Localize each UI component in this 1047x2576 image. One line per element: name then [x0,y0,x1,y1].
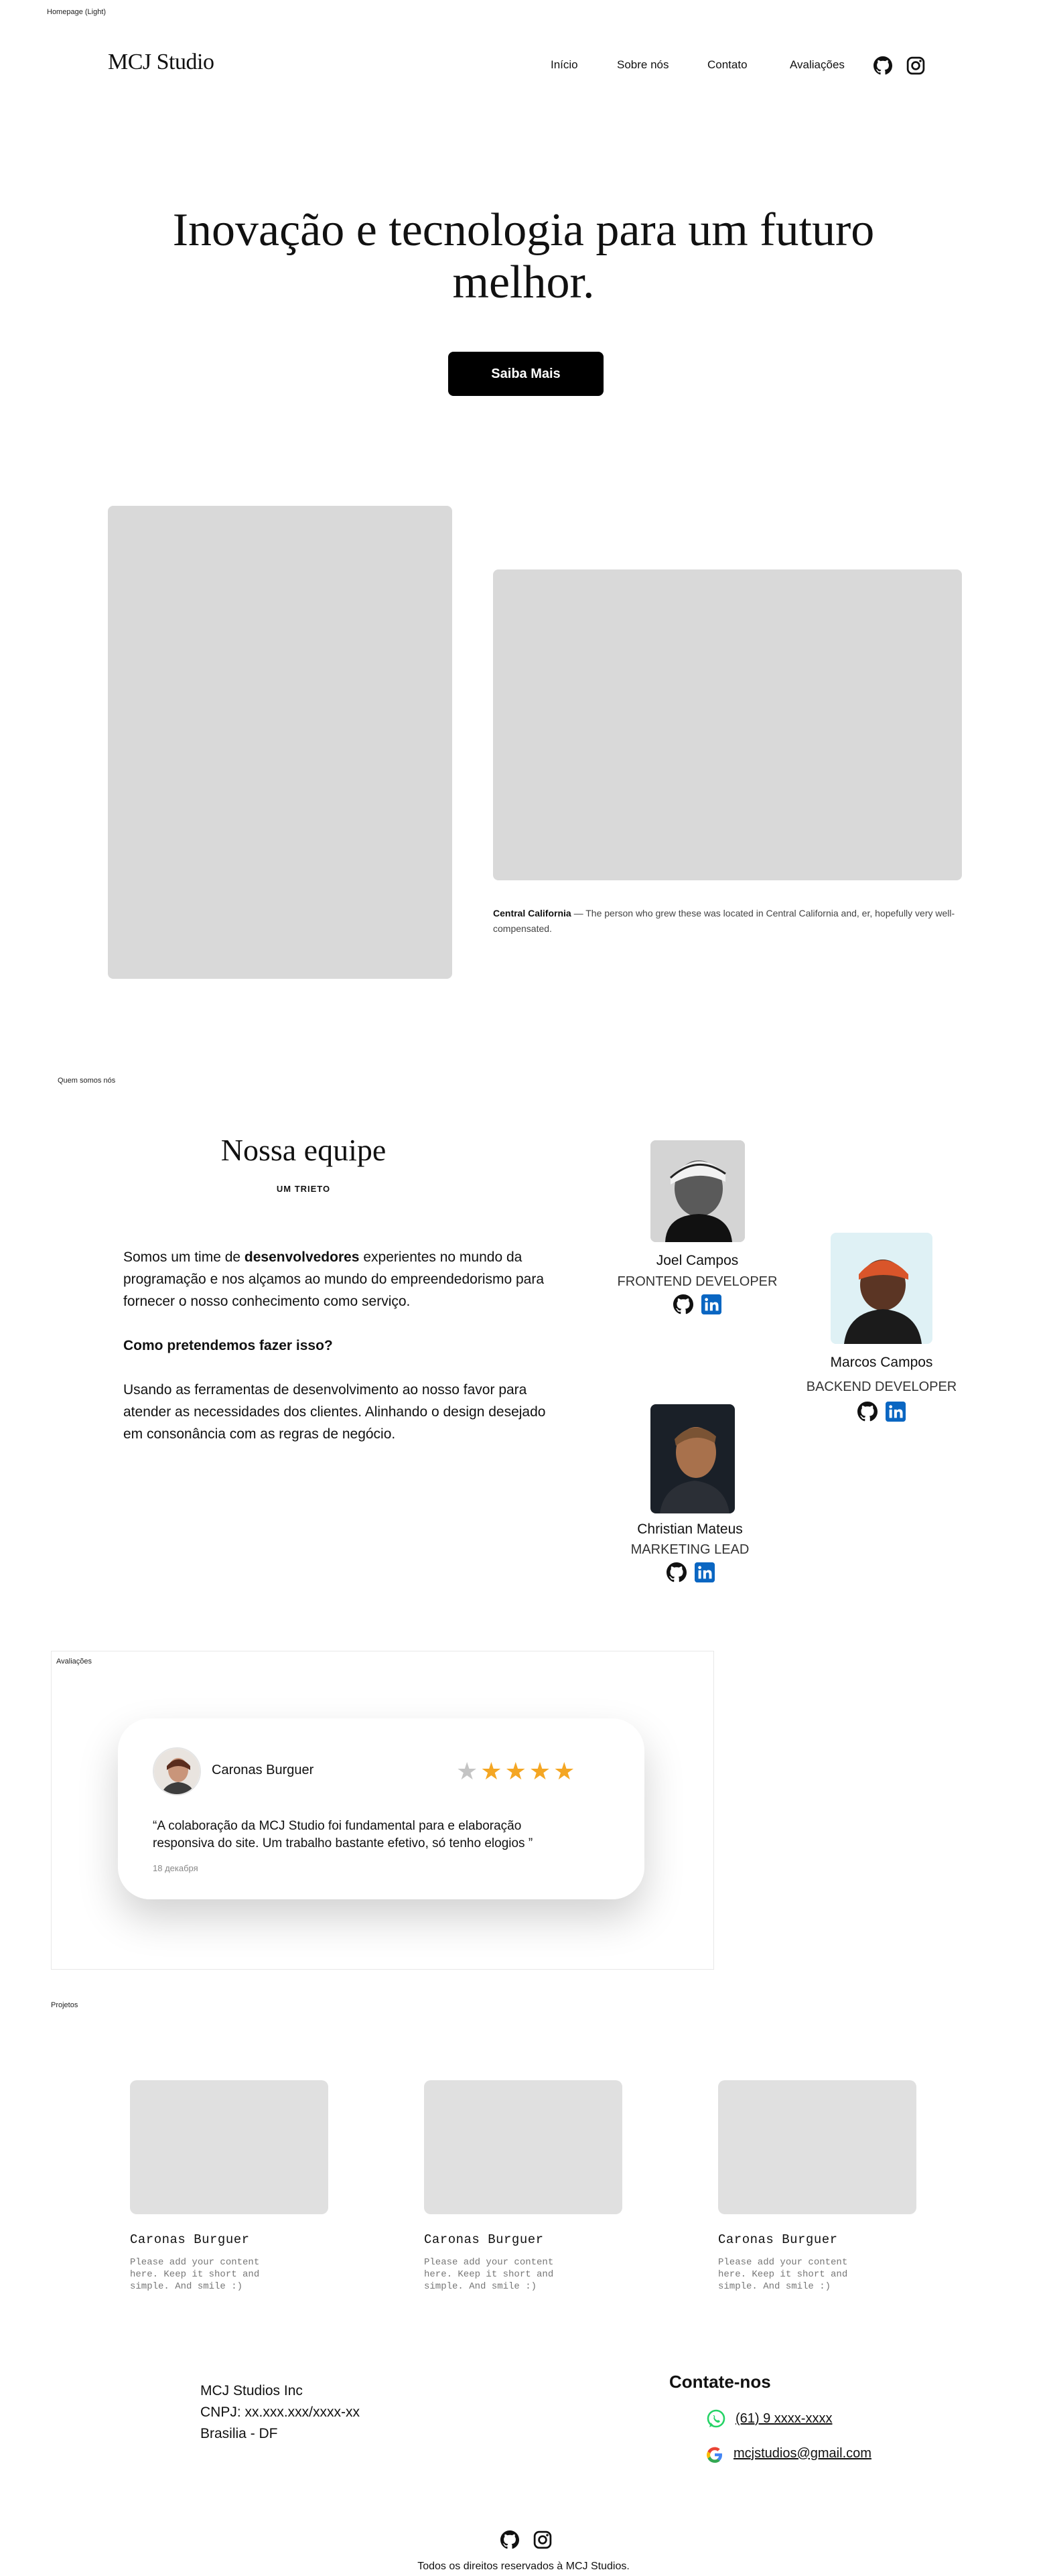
footer-cnpj: CNPJ: xx.xxx.xxx/xxxx-xx [200,2404,360,2420]
project-image[interactable] [130,2080,328,2214]
social-links-christian [657,1562,724,1586]
avatar-joel-campos [650,1140,745,1242]
contact-title: Contate-nos [669,2372,771,2392]
gallery-image-right [493,569,962,880]
member-name: Christian Mateus [637,1521,743,1537]
star-icon: ★ [480,1757,502,1785]
project-image[interactable] [424,2080,622,2214]
project-description: Please add your content here. Keep it sh… [130,2257,260,2292]
member-name: Marcos Campos [830,1355,933,1370]
email-link[interactable]: mcjstudios@gmail.com [734,2446,871,2461]
footer-location: Brasilia - DF [200,2426,278,2441]
instagram-icon[interactable] [906,56,926,76]
nav-link-sobre-nos[interactable]: Sobre nós [617,58,669,72]
nav-link-avaliacoes[interactable]: Avaliações [790,58,845,72]
member-name: Joel Campos [656,1253,739,1268]
member-role: BACKEND DEVELOPER [806,1379,957,1394]
star-rating: ★ ★ ★ ★ ★ [456,1759,575,1783]
saiba-mais-button[interactable]: Saiba Mais [448,352,604,396]
intro-text-bold: desenvolvedores [244,1249,360,1265]
avatar-marcos-campos [831,1233,932,1344]
team-intro: Somos um time de desenvolvedores experie… [123,1246,552,1312]
project-description: Please add your content here. Keep it sh… [718,2257,848,2292]
github-icon[interactable] [857,1402,878,1425]
github-icon[interactable] [873,56,893,76]
linkedin-icon[interactable] [701,1294,721,1318]
caption-location: Central California [493,908,571,919]
star-icon: ★ [529,1757,551,1785]
team-title: Nossa equipe [220,1133,387,1167]
intro-text-start: Somos um time de [123,1249,245,1265]
gallery-image-left [108,506,452,979]
star-icon: ★ [504,1757,527,1785]
project-title[interactable]: Caronas Burguer [718,2232,838,2247]
github-icon[interactable] [667,1562,687,1586]
frame-label-reviews: Avaliações [56,1657,92,1666]
nav-link-inicio[interactable]: Início [551,58,578,72]
github-icon[interactable] [673,1294,693,1318]
gallery-caption: Central California — The person who grew… [493,906,975,937]
github-icon[interactable] [500,2530,520,2550]
star-icon: ★ [553,1757,575,1785]
frame-label-homepage: Homepage (Light) [47,8,107,16]
member-role: MARKETING LEAD [630,1542,750,1557]
team-answer: Usando as ferramentas de desenvolvimento… [123,1382,546,1442]
footer-company: MCJ Studios Inc [200,2383,303,2398]
project-title[interactable]: Caronas Burguer [424,2232,544,2247]
star-icon: ★ [456,1757,478,1785]
member-role: FRONTEND DEVELOPER [617,1274,778,1289]
whatsapp-icon [705,2409,727,2430]
team-subtitle: UM TRIETO [276,1184,331,1194]
review-card: Caronas Burguer ★ ★ ★ ★ ★ “A colaboração da … [118,1718,644,1899]
logo[interactable]: MCJ Studio [108,50,214,75]
review-text: “A colaboração da MCJ Studio foi fundame… [153,1819,533,1850]
frame-label-about: Quem somos nós [58,1077,116,1085]
project-description: Please add your content here. Keep it sh… [424,2257,554,2292]
linkedin-icon[interactable] [886,1402,906,1425]
instagram-icon[interactable] [533,2530,553,2550]
project-image[interactable] [718,2080,916,2214]
social-links-joel [664,1294,731,1318]
frame-label-projects: Projetos [51,2001,78,2009]
team-question: Como pretendemos fazer isso? [123,1338,333,1353]
review-date: 18 декабря [153,1863,198,1873]
project-title[interactable]: Caronas Burguer [130,2232,250,2247]
reviewer-avatar [153,1747,201,1795]
google-icon [704,2444,725,2465]
reviewer-name: Caronas Burguer [212,1763,314,1777]
linkedin-icon[interactable] [695,1562,715,1586]
avatar-christian-mateus [650,1404,735,1513]
copyright: Todos os direitos reservados à MCJ Studi… [417,2561,630,2572]
nav-link-contato[interactable]: Contato [707,58,748,72]
social-links-marcos [848,1402,915,1425]
phone-link[interactable]: (61) 9 xxxx-xxxx [736,2411,832,2427]
hero-title: Inovação e tecnologia para um futuro mel… [172,204,875,308]
